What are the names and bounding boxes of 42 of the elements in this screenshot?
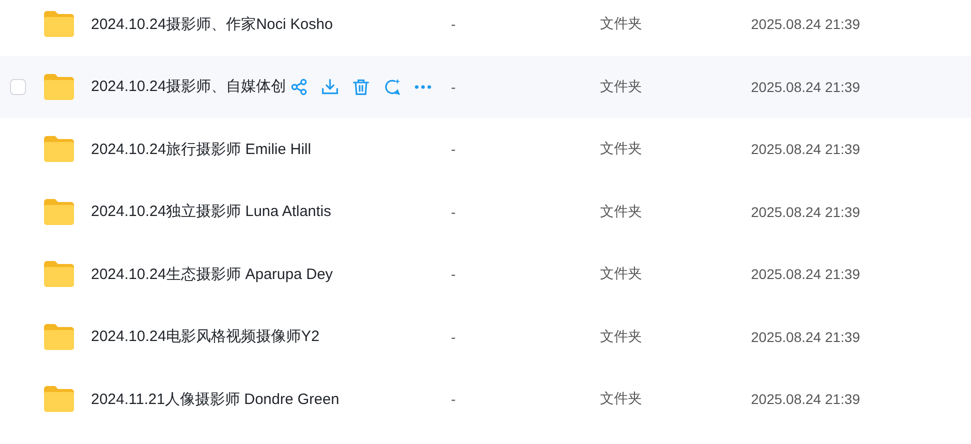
folder-icon <box>44 261 74 288</box>
file-type: 文件夹 <box>600 202 643 221</box>
file-type: 文件夹 <box>600 328 643 346</box>
file-size: - <box>451 204 457 220</box>
modified-date: 2025.08.24 21:39 <box>751 266 860 282</box>
file-row[interactable]: 2024.10.24摄影师、自媒体创 - 文件夹 2025.08.24 21:39 <box>0 56 971 118</box>
file-size: - <box>451 16 457 32</box>
modified-date: 2025.08.24 21:39 <box>751 78 860 95</box>
modified-date: 2025.08.24 21:39 <box>751 328 860 345</box>
folder-icon <box>44 386 74 412</box>
file-name[interactable]: 2024.10.24摄影师、作家Noci Kosho <box>91 14 333 34</box>
file-type: 文件夹 <box>600 140 643 158</box>
file-type: 文件夹 <box>600 78 643 96</box>
file-size: - <box>451 266 457 282</box>
file-name[interactable]: 2024.10.24电影风格视频摄像师Y2 <box>91 327 320 346</box>
modified-date: 2025.08.24 21:39 <box>751 391 860 408</box>
file-name[interactable]: 2024.10.24独立摄影师 Luna Atlantis <box>91 202 332 222</box>
file-type: 文件夹 <box>600 15 643 34</box>
file-size: - <box>451 78 457 95</box>
file-name[interactable]: 2024.10.24生态摄影师 Aparupa Dey <box>91 264 333 284</box>
delete-icon[interactable] <box>352 78 370 96</box>
modified-date: 2025.08.24 21:39 <box>751 16 860 32</box>
comment-icon[interactable] <box>383 78 402 96</box>
modified-date: 2025.08.24 21:39 <box>751 204 860 220</box>
share-icon[interactable] <box>290 78 308 96</box>
file-name[interactable]: 2024.10.24摄影师、自媒体创 <box>91 77 286 96</box>
row-checkbox[interactable] <box>10 78 26 95</box>
file-size: - <box>451 328 457 345</box>
download-icon[interactable] <box>321 78 340 96</box>
folder-icon <box>44 11 74 38</box>
file-name[interactable]: 2024.11.21人像摄影师 Dondre Green <box>91 390 340 409</box>
folder-icon <box>44 74 74 100</box>
folder-icon <box>44 136 74 162</box>
folder-icon <box>44 198 74 225</box>
more-icon[interactable] <box>414 84 432 90</box>
modified-date: 2025.08.24 21:39 <box>751 141 860 158</box>
file-type: 文件夹 <box>600 265 643 284</box>
file-type: 文件夹 <box>600 390 643 408</box>
file-size: - <box>451 391 457 408</box>
folder-icon <box>44 324 74 350</box>
file-name[interactable]: 2024.10.24旅行摄影师 Emilie Hill <box>91 140 312 159</box>
file-size: - <box>451 141 457 158</box>
